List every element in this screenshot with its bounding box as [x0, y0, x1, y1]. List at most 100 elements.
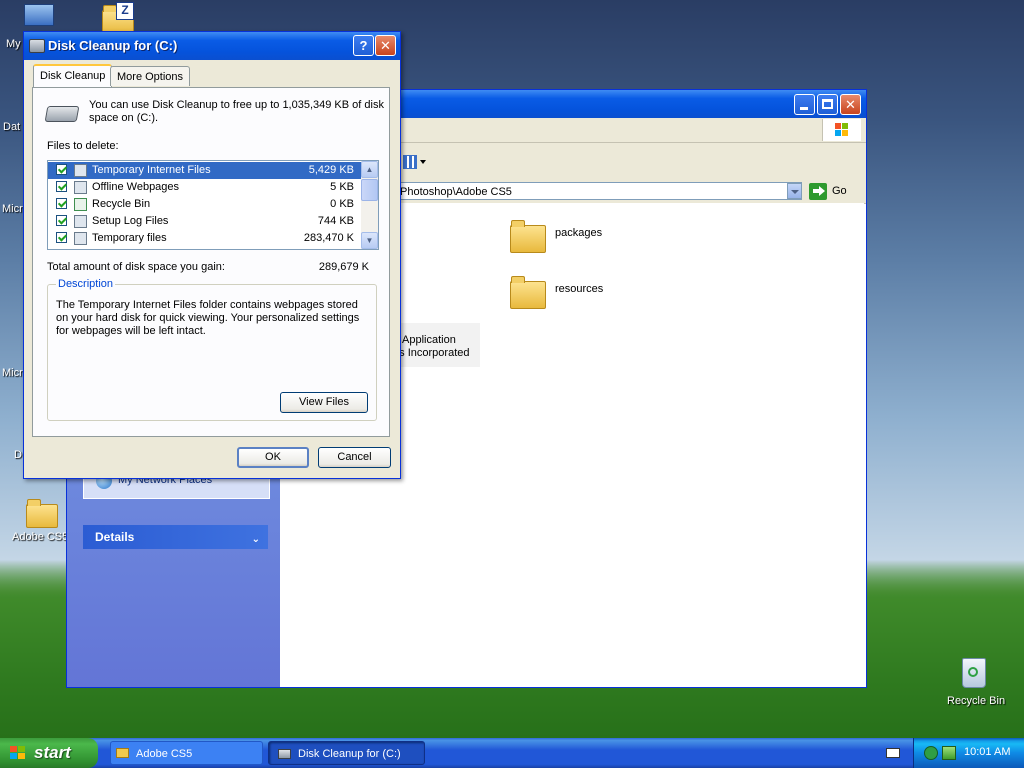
list-item[interactable]: Offline Webpages 5 KB — [48, 179, 362, 196]
desktop-icon-label: Dat — [3, 121, 21, 133]
scroll-down-button[interactable]: ▼ — [361, 232, 378, 249]
chevron-down-icon: ⌄ — [251, 534, 260, 545]
tray-network-icon[interactable] — [942, 746, 956, 760]
help-button[interactable]: ? — [353, 35, 374, 56]
application-item[interactable]: Application ms Incorporated — [390, 323, 480, 367]
folder-label: resources — [555, 283, 604, 295]
folder-item-resources[interactable]: resources — [508, 271, 628, 311]
maximize-button[interactable] — [817, 94, 838, 115]
arrow-up-icon: ▲ — [365, 165, 374, 174]
details-header-label: Details — [95, 530, 135, 544]
view-files-button[interactable]: View Files — [280, 392, 368, 413]
close-button[interactable]: ✕ — [840, 94, 861, 115]
temp-file-icon — [74, 232, 87, 245]
description-text: The Temporary Internet Files folder cont… — [56, 299, 360, 337]
list-item[interactable]: Temporary Internet Files 5,429 KB — [48, 162, 362, 179]
clock[interactable]: 10:01 AM — [964, 746, 1010, 758]
file-size: 5 KB — [330, 181, 354, 193]
disk-cleanup-icon — [278, 749, 291, 759]
disk-cleanup-icon — [29, 39, 45, 53]
desktop-icon-label: Recycle Bin — [947, 695, 1006, 707]
chevron-down-icon — [420, 160, 426, 164]
dialog-title: Disk Cleanup for (C:) — [48, 38, 178, 53]
maximize-icon — [822, 99, 833, 109]
total-gain-label: Total amount of disk space you gain: — [47, 261, 225, 273]
desktop-icon-label: Micr — [2, 367, 23, 379]
recycle-bin-icon — [74, 198, 87, 211]
checkbox[interactable] — [56, 164, 67, 175]
chevron-down-icon — [791, 190, 799, 194]
file-name: Setup Log Files — [92, 215, 169, 227]
taskbar-button-label: Disk Cleanup for (C:) — [298, 748, 401, 760]
desktop-icon-zip-folder[interactable]: Z — [100, 2, 136, 34]
list-item[interactable]: Recycle Bin 0 KB — [48, 196, 362, 213]
windows-flag-icon — [10, 746, 26, 760]
scroll-thumb[interactable] — [361, 179, 378, 201]
taskbar-button-disk-cleanup[interactable]: Disk Cleanup for (C:) — [268, 741, 425, 765]
folder-item-packages[interactable]: packages — [508, 215, 628, 255]
list-item[interactable]: Temporary files 283,470 K — [48, 230, 362, 247]
zip-badge-icon: Z — [116, 2, 134, 20]
tab-more-options[interactable]: More Options — [110, 66, 191, 86]
checkbox[interactable] — [56, 232, 67, 243]
disk-cleanup-dialog: Disk Cleanup for (C:) ? ✕ Disk Cleanup M… — [23, 31, 401, 479]
files-to-delete-list[interactable]: Temporary Internet Files 5,429 KB Offlin… — [47, 160, 379, 250]
folder-icon — [510, 220, 546, 253]
intro-text: You can use Disk Cleanup to free up to 1… — [89, 99, 384, 124]
keyboard-icon[interactable] — [886, 748, 900, 758]
taskbar: start Adobe CS5 Disk Cleanup for (C:) 10… — [0, 738, 1024, 768]
file-size: 0 KB — [330, 198, 354, 210]
minimize-button[interactable] — [794, 94, 815, 115]
dialog-close-button[interactable]: ✕ — [375, 35, 396, 56]
system-tray: 10:01 AM — [913, 738, 1024, 768]
recycle-bin-icon — [962, 658, 986, 688]
scroll-up-button[interactable]: ▲ — [361, 161, 378, 178]
folder-icon — [26, 499, 58, 528]
tab-disk-cleanup[interactable]: Disk Cleanup — [33, 64, 113, 87]
file-size: 5,429 KB — [308, 164, 354, 176]
desktop-icon-adobe-cs5[interactable] — [24, 498, 58, 528]
windows-logo-icon — [822, 119, 861, 141]
desktop-icon-label: My — [6, 38, 21, 50]
folder-icon — [116, 748, 129, 758]
details-section-header[interactable]: Details ⌄ — [83, 525, 268, 549]
tray-app-icon[interactable] — [924, 746, 938, 760]
checkbox[interactable] — [56, 215, 67, 226]
checkbox[interactable] — [56, 181, 67, 192]
file-size: 283,470 K — [303, 232, 354, 244]
address-input[interactable]: Photoshop\Adobe CS5 — [397, 182, 802, 200]
dialog-title-bar[interactable]: Disk Cleanup for (C:) ? ✕ — [24, 32, 400, 60]
close-icon: ✕ — [845, 97, 856, 112]
file-name: Offline Webpages — [92, 181, 180, 193]
taskbar-button-adobe-cs5[interactable]: Adobe CS5 — [110, 741, 263, 765]
list-item[interactable]: Setup Log Files 744 KB — [48, 213, 362, 230]
ok-button[interactable]: OK — [237, 447, 309, 468]
application-item-line1: Application — [402, 334, 456, 346]
views-button[interactable] — [401, 151, 427, 173]
desktop-icon-recycle-bin[interactable] — [958, 656, 990, 690]
address-dropdown-button[interactable] — [787, 183, 802, 199]
desktop-icon-label: Adobe CS5 — [12, 531, 69, 543]
desktop-icon-label: Micr — [2, 203, 23, 215]
description-group: Description The Temporary Internet Files… — [47, 278, 377, 421]
views-icon — [403, 155, 417, 169]
folder-label: packages — [555, 227, 603, 239]
taskbar-button-label: Adobe CS5 — [136, 748, 193, 760]
offline-webpages-icon — [74, 181, 87, 194]
go-arrow-icon[interactable] — [809, 183, 827, 200]
go-button[interactable]: Go — [832, 185, 847, 197]
arrow-down-icon: ▼ — [365, 236, 374, 245]
log-file-icon — [74, 215, 87, 228]
cancel-button[interactable]: Cancel — [318, 447, 391, 468]
checkbox[interactable] — [56, 198, 67, 209]
file-name: Temporary files — [92, 232, 167, 244]
file-size: 744 KB — [317, 215, 354, 227]
list-scrollbar[interactable]: ▲ ▼ — [361, 161, 378, 249]
start-button[interactable]: start — [0, 738, 98, 768]
desktop-icon-label: D — [14, 449, 22, 461]
file-name: Recycle Bin — [92, 198, 151, 210]
close-icon: ✕ — [380, 38, 391, 53]
file-name: Temporary Internet Files — [90, 162, 213, 179]
computer-icon — [24, 4, 54, 26]
application-item-line2: ms Incorporated — [390, 347, 470, 359]
